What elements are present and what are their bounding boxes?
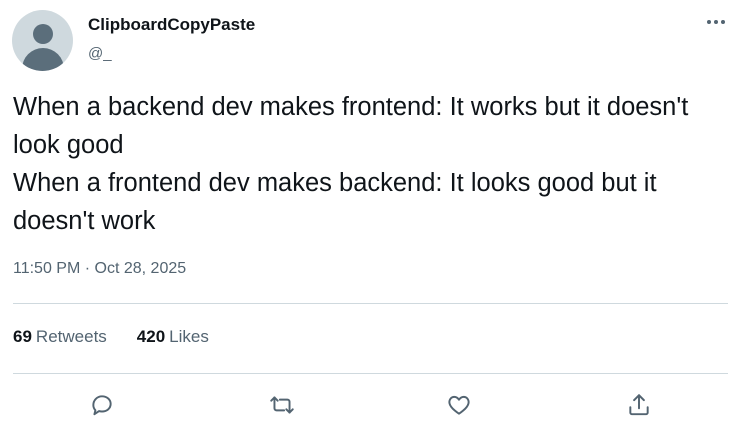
reply-button[interactable] [85,388,119,422]
tweet-actions [0,388,738,422]
tweet-text: When a backend dev makes frontend: It wo… [13,88,728,240]
author-display-name[interactable]: ClipboardCopyPaste [88,15,255,35]
divider [13,373,728,374]
share-button[interactable] [622,388,656,422]
likes-count: 420 [136,327,166,346]
divider [13,303,728,304]
avatar-body-shape [22,48,64,71]
retweet-button[interactable] [265,388,299,422]
likes-label: Likes [169,327,209,346]
tweet-text-line: When a frontend dev makes backend: It lo… [13,169,657,235]
avatar[interactable] [12,10,73,71]
like-button[interactable] [442,388,476,422]
retweets-stat[interactable]: 69 Retweets [13,327,107,347]
tweet-stats: 69 Retweets 420 Likes [13,327,239,347]
likes-stat[interactable]: 420 Likes [137,327,209,347]
share-icon [629,394,649,416]
retweets-count: 69 [13,327,32,346]
author-handle[interactable]: @_ [88,45,112,62]
retweet-icon [270,396,294,414]
reply-icon [92,395,112,416]
more-icon [707,20,725,24]
avatar-head-shape [33,24,53,44]
tweet-timestamp[interactable]: 11:50 PM · Oct 28, 2025 [13,260,186,278]
tweet-text-line: When a backend dev makes frontend: It wo… [13,93,689,159]
retweets-label: Retweets [35,327,107,346]
more-options-button[interactable] [700,8,732,36]
like-icon [448,395,470,415]
tweet-card: ClipboardCopyPaste @_ When a backend dev… [0,0,738,437]
